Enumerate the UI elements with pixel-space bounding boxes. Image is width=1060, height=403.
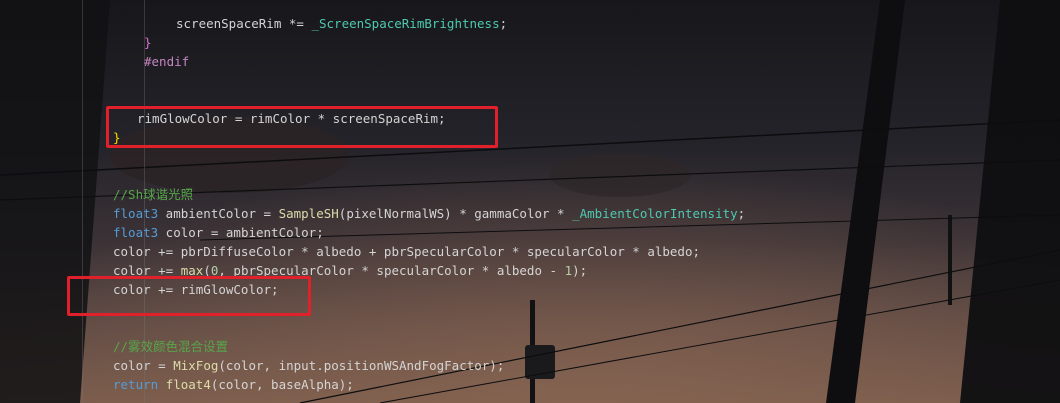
highlight-box-rimglow-assignment [106, 106, 498, 148]
code-token: ambientColor = [158, 206, 279, 221]
code-token: float3 [113, 225, 159, 240]
code-line[interactable]: screenSpaceRim *= _ScreenSpaceRimBrightn… [176, 14, 507, 33]
code-token: ); [572, 263, 588, 278]
code-line[interactable]: color += pbrDiffuseColor * albedo + pbrS… [113, 242, 700, 261]
code-token: MixFog [173, 358, 219, 373]
code-token: (color, input.positionWSAndFogFactor); [218, 358, 505, 373]
highlight-box-color-add-rimglow [67, 276, 311, 316]
code-token: //雾效颜色混合设置 [113, 339, 229, 354]
code-token: //Sh球谐光照 [113, 187, 194, 202]
code-line[interactable]: color = MixFog(color, input.positionWSAn… [113, 356, 504, 375]
code-line[interactable]: float3 ambientColor = SampleSH(pixelNorm… [113, 204, 745, 223]
code-token: return [113, 377, 159, 392]
code-line[interactable]: //雾效颜色混合设置 [113, 337, 228, 356]
code-token: SampleSH [278, 206, 339, 221]
code-token: float3 [113, 206, 159, 221]
code-token: _AmbientColorIntensity [572, 206, 738, 221]
code-token: screenSpaceRim *= [176, 16, 312, 31]
code-token: } [144, 35, 152, 50]
code-token: _ScreenSpaceRimBrightness [311, 16, 500, 31]
code-token: 1 [564, 263, 573, 278]
code-token: (pixelNormalWS) * gammaColor * [338, 206, 573, 221]
code-line[interactable]: return float4(color, baseAlpha); [113, 375, 354, 394]
code-token: ; [499, 16, 508, 31]
code-line[interactable]: } [144, 33, 152, 52]
code-line[interactable]: float3 color = ambientColor; [113, 223, 324, 242]
code-token: (color, baseAlpha); [210, 377, 354, 392]
code-line[interactable]: #endif [144, 52, 189, 71]
code-token: ; [737, 206, 746, 221]
code-token: color = ambientColor; [158, 225, 324, 240]
code-token: float4 [165, 377, 211, 392]
code-token: #endif [144, 54, 190, 69]
code-editor[interactable]: screenSpaceRim *= _ScreenSpaceRimBrightn… [0, 0, 1060, 403]
code-token: color += pbrDiffuseColor * albedo + pbrS… [113, 244, 700, 259]
indent-guide [82, 0, 83, 403]
code-token: color = [113, 358, 174, 373]
code-line[interactable]: //Sh球谐光照 [113, 185, 193, 204]
